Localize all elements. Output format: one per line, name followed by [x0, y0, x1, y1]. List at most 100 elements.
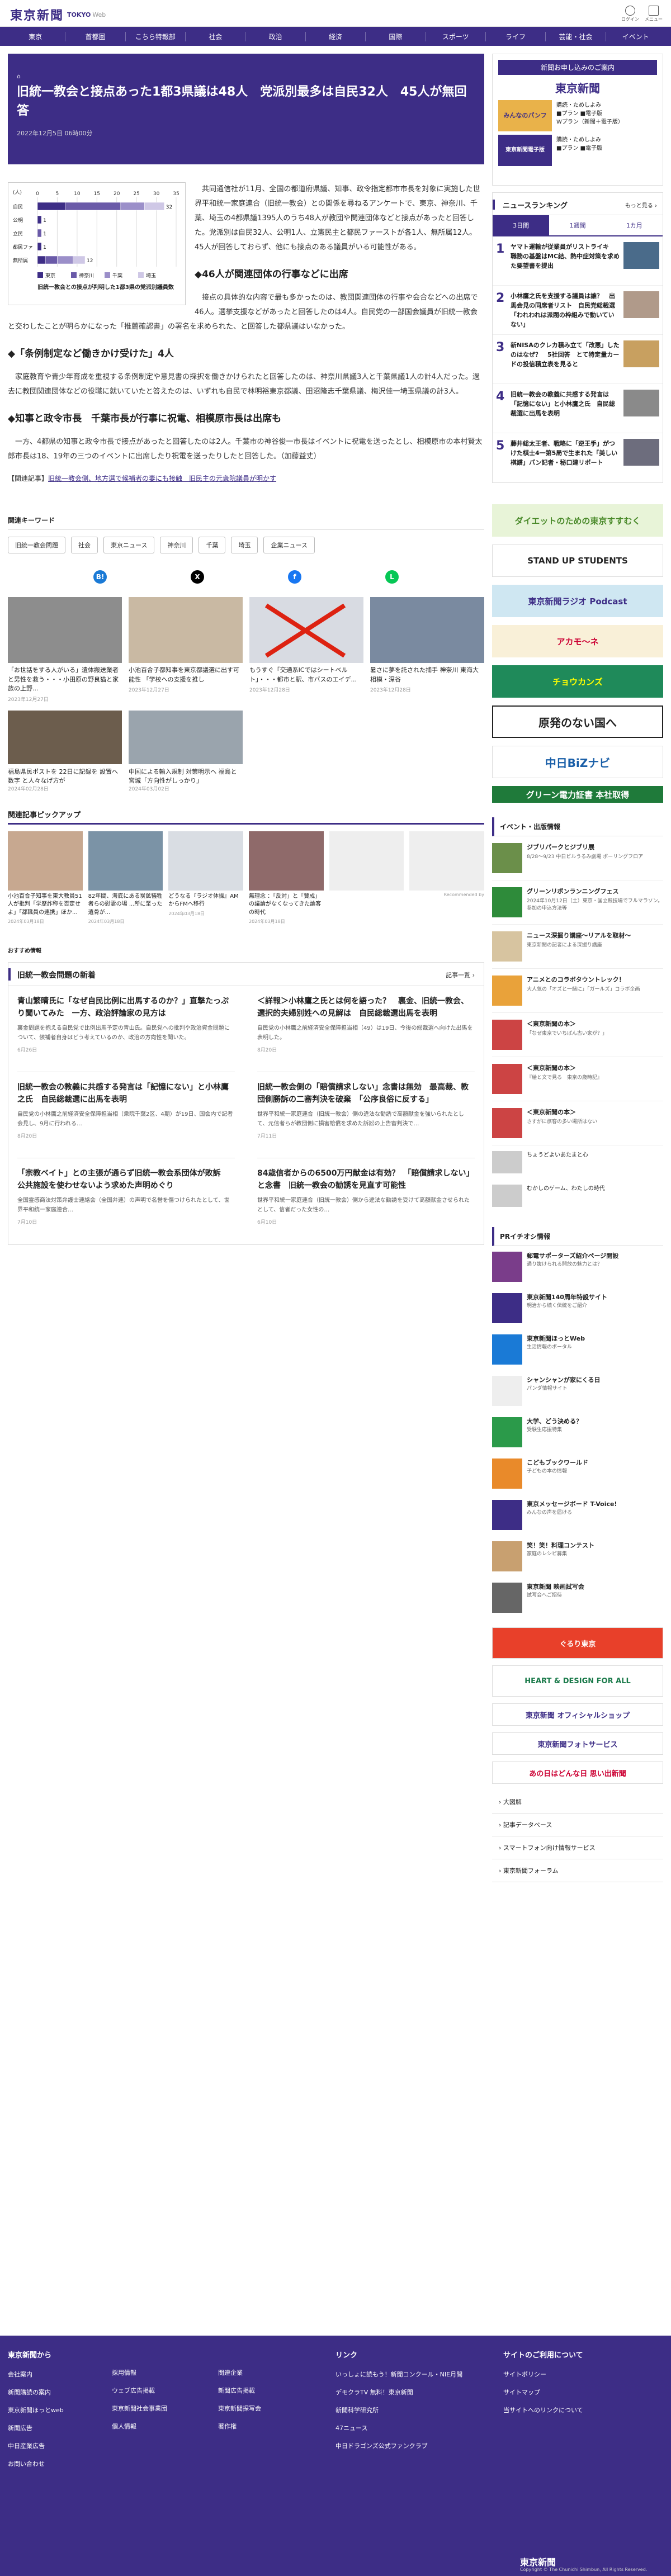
nav-item[interactable]: こちら特報部 — [126, 31, 186, 41]
pr-item[interactable]: 笑！笑！料理コンテスト 家庭のレシピ募集 — [492, 1536, 663, 1577]
pickup-card[interactable]: Recommended by — [409, 831, 484, 925]
event-item[interactable]: ＜東京新聞の本＞ さすがに旅客の多い場所はない — [492, 1101, 663, 1145]
line-share-icon[interactable]: L — [385, 570, 399, 584]
pickup-card[interactable]: 82年間、海底にある炭鉱犠牲者らの慰霊の場 ...所に至った遺骨が... 2024… — [88, 831, 163, 925]
footer-link[interactable]: 新聞広告掲載 — [218, 2386, 261, 2395]
pr-item[interactable]: シャンシャンが家にくる日 パンダ情報サイト — [492, 1370, 663, 1412]
nav-item[interactable]: ライフ — [486, 31, 546, 41]
footer-link[interactable]: ウェブ広告掲載 — [112, 2386, 167, 2395]
related-link[interactable]: 旧統一教会側、地方選で候補者の妻にも接触 旧民主の元衆院議員が明かす — [48, 475, 276, 482]
keyword-tag[interactable]: 埼玉 — [231, 537, 258, 553]
option-line[interactable]: ■プラン ■電子版 — [556, 108, 623, 117]
banner[interactable]: グリーン電力証書 本社取得 — [492, 786, 663, 803]
keyword-tag[interactable]: 企業ニュース — [263, 537, 315, 553]
nav-item[interactable]: 東京 — [6, 31, 66, 41]
footer-link[interactable]: お問い合わせ — [8, 2459, 64, 2468]
pickup-card[interactable] — [329, 831, 404, 925]
news-card[interactable]: もうすぐ「交通系ICではシートベルト」・・・都市と駅、市バスのエイデ... 202… — [249, 597, 363, 703]
latest-item[interactable]: 旧統一教会側の「賠償請求しない」念書は無効 最高裁、教団側勝訴の二審判決を破棄 … — [257, 1072, 475, 1158]
latest-item[interactable]: ＜詳報＞小林鷹之氏とは何を語った？ 裏金、旧統一教会、選択的夫婦別姓への見解は … — [257, 986, 475, 1072]
footer-link[interactable]: サイトポリシー — [503, 2370, 583, 2379]
nav-item[interactable]: スポーツ — [426, 31, 486, 41]
banner[interactable]: 中日BiZナビ — [492, 746, 663, 778]
keyword-tag[interactable]: 神奈川 — [160, 537, 193, 553]
nav-item[interactable]: 社会 — [186, 31, 246, 41]
event-item[interactable]: ＜東京新聞の本＞ 『絵と文で見る 東京の歳時記』 — [492, 1057, 663, 1101]
banner[interactable]: STAND UP STUDENTS — [492, 544, 663, 577]
footer-logo[interactable]: 東京新聞 — [520, 2555, 556, 2568]
option-line[interactable]: Wプラン（新聞＋電子版） — [556, 117, 623, 125]
login-button[interactable]: ログイン — [621, 6, 640, 22]
footer-link[interactable]: 東京新聞社会事業団 — [112, 2404, 167, 2413]
tab-1week[interactable]: 1週間 — [549, 215, 606, 235]
event-item[interactable]: ニュース深掘り講座〜リアルを取材〜 東京新聞の記者による深掘り講座 — [492, 925, 663, 969]
home-icon[interactable]: ⌂ — [17, 73, 21, 80]
option-line[interactable]: ■プラン ■電子版 — [556, 143, 602, 151]
pr-item[interactable]: 大学、どう決める？ 受験生応援特集 — [492, 1412, 663, 1453]
banner[interactable]: 原発のない国へ — [492, 705, 663, 738]
keyword-tag[interactable]: 千葉 — [199, 537, 226, 553]
facebook-share-icon[interactable]: f — [288, 570, 301, 584]
footer-link[interactable]: 新聞購読の案内 — [8, 2388, 64, 2397]
keyword-tag[interactable]: 東京ニュース — [103, 537, 155, 553]
news-card[interactable]: 「お世話をする人がいる」遺体搬送業者と男性を救う・・・小田原の野良猫と家族の上野… — [8, 597, 122, 703]
footer-link[interactable]: 著作権 — [218, 2422, 261, 2431]
keyword-tag[interactable]: 社会 — [71, 537, 98, 553]
ranking-item[interactable]: 2 小林鷹之氏を支援する議員は誰？ 出馬会見の同席者リスト 自民党総裁選「われわれ… — [493, 286, 663, 335]
article-list-link[interactable]: 記事一覧 › — [446, 970, 475, 979]
ranking-item[interactable]: 1 ヤマト運輸が従業員がリストライキ 職務の基盤はMC結、熱中症対策を求めた要望書… — [493, 236, 663, 286]
pr-item[interactable]: 東京新聞ほっとWeb 生活情報のポータル — [492, 1329, 663, 1370]
footer-link[interactable]: 東京新聞ほっとweb — [8, 2405, 64, 2414]
latest-item[interactable]: 84歳信者からの6500万円献金は有効？ 「賠償請求しない」と念書 旧統一教会の… — [257, 1158, 475, 1244]
banner[interactable]: ダイエットのための東京すすむく — [492, 504, 663, 537]
footer-link[interactable]: 当サイトへのリンクについて — [503, 2405, 583, 2414]
latest-item[interactable]: 旧統一教会の教義に共感する発言は「記憶にない」と小林鷹之氏 自民総裁選に出馬を表… — [17, 1072, 235, 1158]
menu-button[interactable]: メニュー — [644, 6, 663, 22]
pr-item[interactable]: 郵電サポーターズ紹介ページ開設 通り抜けられる開放の魅力とは？ — [492, 1246, 663, 1287]
nav-item[interactable]: 国際 — [366, 31, 426, 41]
banner[interactable]: チョウカンズ — [492, 665, 663, 698]
footer-link[interactable]: 関連企業 — [218, 2368, 261, 2377]
pickup-card[interactable]: 小池百合子知事を東大教員51人が批判「学歴詐称を否定せよ」「都職員の連携」ほか.… — [8, 831, 83, 925]
pr-item[interactable]: こどもブックワールド 子どもの本の情報 — [492, 1453, 663, 1494]
footer-link[interactable]: いっしょに読もう！新聞コンクール・NIE月間 — [336, 2370, 462, 2379]
tab-3days[interactable]: 3日間 — [493, 215, 550, 235]
pr-item[interactable]: 東京新聞140周年特設サイト 明治から続く伝統をご紹介 — [492, 1287, 663, 1329]
footer-link[interactable]: サイトマップ — [503, 2388, 583, 2397]
side-link[interactable]: › 大図解 — [492, 1791, 663, 1813]
option-line[interactable]: 購読・ためしよみ — [556, 135, 602, 143]
pickup-card[interactable]: 無理念 ：「反対」と「賛成」の議論がなくなってきた論客の時代 2024年03月18… — [249, 831, 324, 925]
nav-item[interactable]: 首都圏 — [65, 31, 126, 41]
x-share-icon[interactable]: X — [191, 570, 204, 584]
subscription-ad[interactable]: 新聞お申し込みのご案内 東京新聞 みんなのパンフ 購読・ためしよみ ■プラン ■電子… — [492, 54, 663, 186]
ranking-more-link[interactable]: もっと見る › — [625, 201, 657, 209]
news-card[interactable]: 小池百合子都知事を東京都議選に出す可能性 「学校への支援を推し 2023年12月2… — [129, 597, 243, 703]
footer-link[interactable]: 中日ドラゴンズ公式ファンクラブ — [336, 2441, 462, 2450]
footer-link[interactable]: 47ニュース — [336, 2423, 462, 2432]
nav-item[interactable]: 芸能・社会 — [546, 31, 606, 41]
pr-item[interactable]: 東京メッセージボード T-Voice! みんなの声を届ける — [492, 1494, 663, 1536]
banner[interactable]: アカモ〜ネ — [492, 625, 663, 657]
footer-link[interactable]: 会社案内 — [8, 2370, 64, 2379]
option-line[interactable]: 購読・ためしよみ — [556, 100, 623, 108]
footer-link[interactable]: 中日産業広告 — [8, 2441, 64, 2450]
pr-item[interactable]: 東京新聞 映画試写会 試写会へご招待 — [492, 1577, 663, 1618]
latest-item[interactable]: 「宗教ベイト」との主張が通らず旧統一教会系団体が敗訴 公共施設を使わせないよう求… — [17, 1158, 235, 1244]
event-item[interactable]: グリーンリボンランニングフェス 2024年10月12日（土）東京・国立競技場でフル… — [492, 880, 663, 925]
side-banner[interactable]: 東京新聞フォトサービス — [492, 1732, 663, 1755]
side-banner[interactable]: ぐるり東京 — [492, 1627, 663, 1659]
pickup-card[interactable]: どうなる『ラジオ体操』AMからFMへ移行 2024年03月18日 — [168, 831, 243, 925]
event-extra[interactable]: ちょうどよいあたまと心 — [492, 1145, 663, 1179]
event-extra[interactable]: むかしのゲーム、わたしの時代 — [492, 1179, 663, 1213]
footer-link[interactable]: 個人情報 — [112, 2422, 167, 2431]
footer-link[interactable]: 新聞広告 — [8, 2423, 64, 2432]
side-banner[interactable]: HEART & DESIGN FOR ALL — [492, 1665, 663, 1697]
side-banner[interactable]: 東京新聞 オフィシャルショップ — [492, 1703, 663, 1726]
footer-link[interactable]: 東京新聞探写会 — [218, 2404, 261, 2413]
nav-item[interactable]: イベント — [606, 32, 665, 41]
hatena-share-icon[interactable]: B! — [93, 570, 107, 584]
news-card[interactable]: 中国による輸入規制 対策明示へ 福島と宮城「方向性がしっかり」 2024年03月0… — [129, 710, 243, 792]
footer-link[interactable]: 新聞科学研究所 — [336, 2405, 462, 2414]
ranking-item[interactable]: 5 藤井総太王者、戦略に「逆王手」がつけた棋士4一第5局で生まれた「美しい棋譜」パ… — [493, 433, 663, 482]
site-logo[interactable]: 東京新聞 — [10, 6, 64, 23]
